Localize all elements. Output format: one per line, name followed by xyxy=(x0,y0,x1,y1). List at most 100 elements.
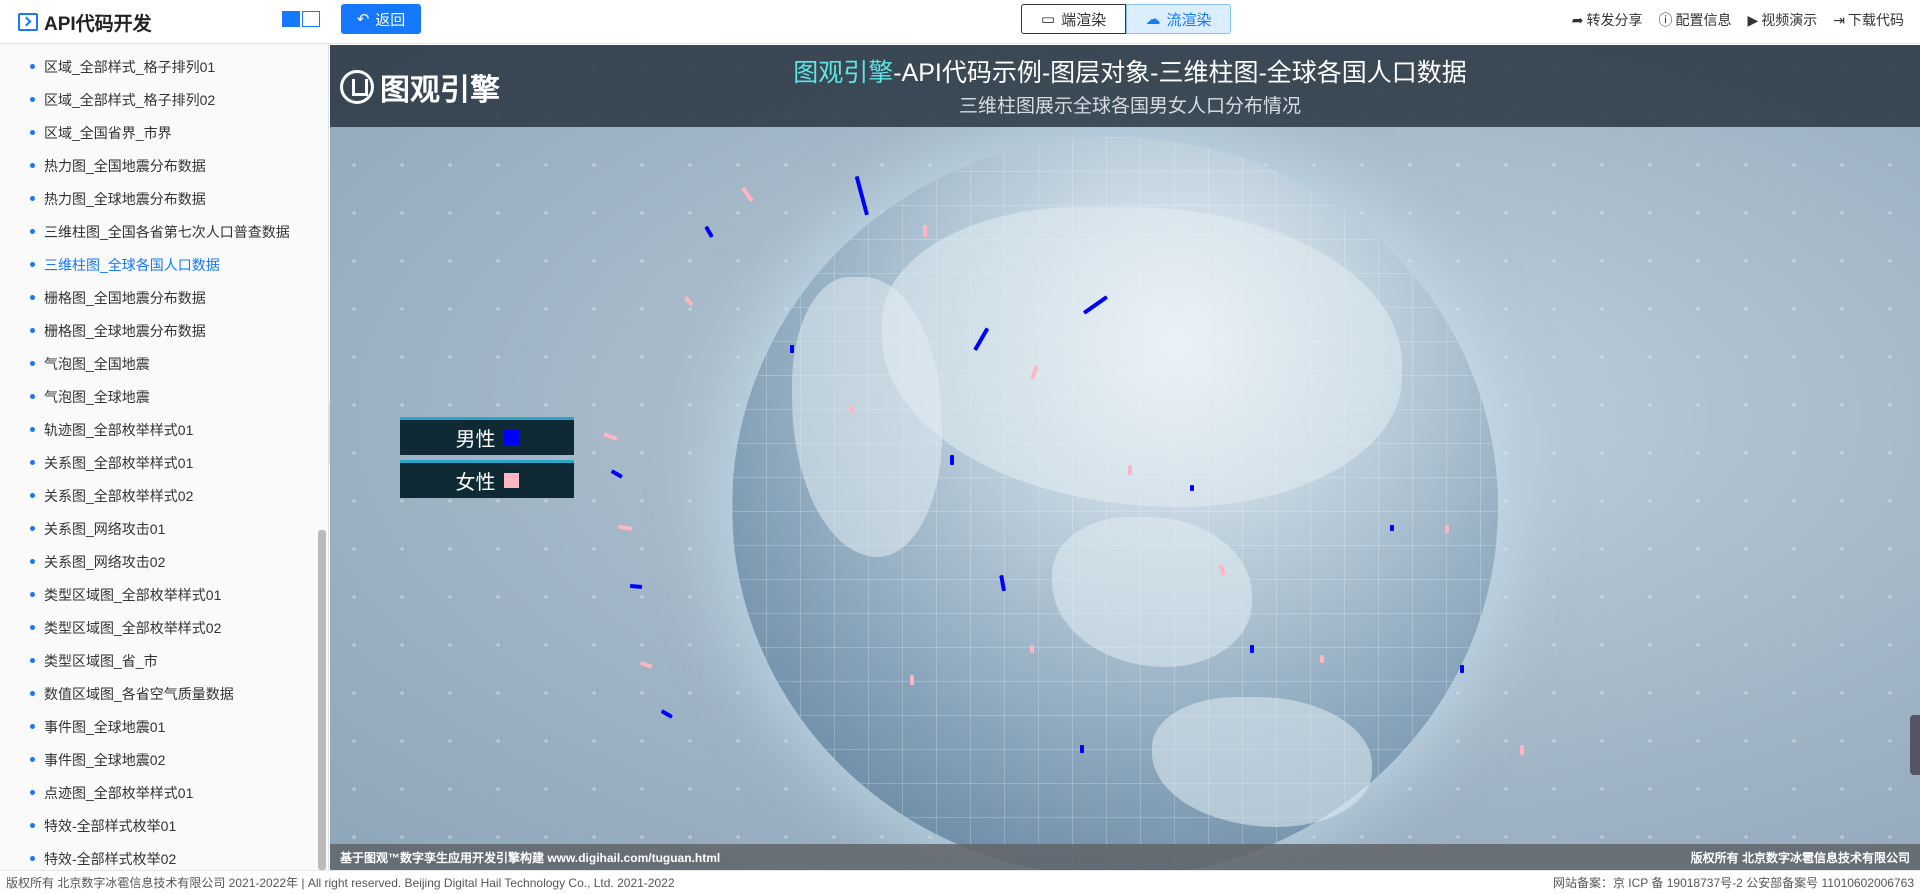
bullet-icon xyxy=(30,394,35,399)
code-terminal-icon xyxy=(18,13,38,31)
sidebar-item[interactable]: 气泡图_全国地震 xyxy=(0,347,328,380)
sidebar-item-label: 关系图_全部枚举样式02 xyxy=(44,487,194,504)
bullet-icon xyxy=(30,790,35,795)
population-bar xyxy=(1320,655,1324,663)
sidebar-item[interactable]: 类型区域图_全部枚举样式01 xyxy=(0,578,328,611)
sidebar-item[interactable]: 关系图_全部枚举样式02 xyxy=(0,479,328,512)
stream-render-button[interactable]: ☁ 流渲染 xyxy=(1126,4,1231,34)
sidebar-item[interactable]: 气泡图_全球地震 xyxy=(0,380,328,413)
bullet-icon xyxy=(30,691,35,696)
population-bar xyxy=(923,225,927,237)
sidebar-item[interactable]: 热力图_全国地震分布数据 xyxy=(0,149,328,182)
grid-view-icon[interactable] xyxy=(282,11,300,27)
bullet-icon xyxy=(30,592,35,597)
sidebar-item[interactable]: 关系图_网络攻击01 xyxy=(0,512,328,545)
population-bar xyxy=(910,675,914,685)
bullet-icon xyxy=(30,130,35,135)
bullet-icon xyxy=(30,823,35,828)
population-bar xyxy=(1445,525,1449,533)
client-render-button[interactable]: ▭ 端渲染 xyxy=(1021,4,1126,34)
cloud-icon: ☁ xyxy=(1145,11,1161,28)
share-button[interactable]: ➦ 转发分享 xyxy=(1572,10,1643,30)
side-panel-handle[interactable] xyxy=(1910,715,1920,775)
sidebar-item-label: 气泡图_全球地震 xyxy=(44,388,150,405)
legend-swatch-female xyxy=(503,473,519,488)
bullet-icon xyxy=(30,559,35,564)
app-title-text: API代码开发 xyxy=(44,13,152,35)
site-footer: 版权所有 北京数字冰雹信息技术有限公司 2021-2022年 | All rig… xyxy=(0,870,1920,894)
earth-globe[interactable] xyxy=(732,137,1498,870)
render-mode-switch: ▭ 端渲染 ☁ 流渲染 xyxy=(1021,4,1231,34)
sidebar-item-label: 关系图_网络攻击01 xyxy=(44,520,166,537)
sidebar-item[interactable]: 类型区域图_全部枚举样式02 xyxy=(0,611,328,644)
sidebar-item-label: 区域_全部样式_格子排列01 xyxy=(44,58,216,75)
sidebar-item-label: 气泡图_全国地震 xyxy=(44,355,150,372)
bullet-icon xyxy=(30,163,35,168)
sidebar-scrollbar[interactable] xyxy=(318,530,326,870)
sidebar-item-label: 类型区域图_省_市 xyxy=(44,652,158,669)
population-bar xyxy=(1520,745,1524,755)
population-bar xyxy=(1030,645,1034,653)
bullet-icon xyxy=(30,658,35,663)
sidebar-item[interactable]: 轨迹图_全部枚举样式01 xyxy=(0,413,328,446)
sidebar-item-label: 特效-全部样式枚举01 xyxy=(44,817,177,834)
sidebar-item-label: 类型区域图_全部枚举样式01 xyxy=(44,586,222,603)
sidebar-item[interactable]: 数值区域图_各省空气质量数据 xyxy=(0,677,328,710)
bullet-icon xyxy=(30,724,35,729)
population-bar xyxy=(790,345,794,353)
sidebar-item[interactable]: 特效-全部样式枚举01 xyxy=(0,809,328,842)
legend-swatch-male xyxy=(503,430,519,445)
sidebar-item[interactable]: 区域_全部样式_格子排列02 xyxy=(0,83,328,116)
sidebar-item[interactable]: 事件图_全球地震02 xyxy=(0,743,328,776)
stage-header: 图观引擎 图观引擎-API代码示例-图层对象-三维柱图-全球各国人口数据 三维柱… xyxy=(330,45,1920,127)
sidebar-item[interactable]: 点迹图_全部枚举样式01 xyxy=(0,776,328,809)
sidebar-item[interactable]: 关系图_网络攻击02 xyxy=(0,545,328,578)
play-icon: ▶ xyxy=(1747,11,1759,28)
sidebar-item[interactable]: 区域_全国省界_市界 xyxy=(0,116,328,149)
bullet-icon xyxy=(30,427,35,432)
sidebar-item-label: 栅格图_全球地震分布数据 xyxy=(44,322,206,339)
page-title: 图观引擎-API代码示例-图层对象-三维柱图-全球各国人口数据 xyxy=(793,59,1467,87)
bullet-icon xyxy=(30,262,35,267)
bullet-icon xyxy=(30,757,35,762)
sidebar-item[interactable]: 类型区域图_省_市 xyxy=(0,644,328,677)
view-toggle-group xyxy=(282,11,320,27)
population-bar xyxy=(850,405,854,413)
population-bar xyxy=(1250,645,1254,653)
sidebar-item[interactable]: 热力图_全球地震分布数据 xyxy=(0,182,328,215)
sidebar: 区域_全部样式_格子排列01 区域_全部样式_格子排列02 区域_全国省界_市界 热力… xyxy=(0,44,329,870)
page-subtitle: 三维柱图展示全球各国男女人口分布情况 xyxy=(958,96,1301,117)
population-bar xyxy=(1190,485,1194,491)
sidebar-item[interactable]: 事件图_全球地震01 xyxy=(0,710,328,743)
sidebar-item-label: 栅格图_全国地震分布数据 xyxy=(44,289,206,306)
sidebar-item-label: 三维柱图_全国各省第七次人口普查数据 xyxy=(44,223,290,240)
config-info-button[interactable]: ⓘ 配置信息 xyxy=(1658,10,1731,30)
scene-viewport[interactable]: 图观引擎 图观引擎-API代码示例-图层对象-三维柱图-全球各国人口数据 三维柱… xyxy=(330,45,1920,870)
sidebar-item[interactable]: 特效-全部样式枚举02 xyxy=(0,842,328,870)
bullet-icon xyxy=(30,856,35,861)
sidebar-item[interactable]: 栅格图_全国地震分布数据 xyxy=(0,281,328,314)
download-code-button[interactable]: ⇥ 下载代码 xyxy=(1833,10,1904,30)
bullet-icon xyxy=(30,229,35,234)
back-arrow-icon: ↶ xyxy=(356,11,370,28)
bullet-icon xyxy=(30,295,35,300)
sidebar-item[interactable]: 栅格图_全球地震分布数据 xyxy=(0,314,328,347)
sidebar-item-label: 点迹图_全部枚举样式01 xyxy=(44,784,194,801)
sidebar-item[interactable]: 关系图_全部枚举样式01 xyxy=(0,446,328,479)
sidebar-item[interactable]: 区域_全部样式_格子排列01 xyxy=(0,50,328,83)
population-bar xyxy=(1128,465,1132,475)
list-view-icon[interactable] xyxy=(302,11,320,27)
sidebar-item-label: 数值区域图_各省空气质量数据 xyxy=(44,685,234,702)
bullet-icon xyxy=(30,328,35,333)
sidebar-item[interactable]: 三维柱图_全球各国人口数据 xyxy=(0,248,328,281)
legend-female: 女性 xyxy=(400,460,574,498)
app-title: API代码开发 xyxy=(18,8,152,36)
bullet-icon xyxy=(30,526,35,531)
sidebar-item[interactable]: 三维柱图_全国各省第七次人口普查数据 xyxy=(0,215,328,248)
info-icon: ⓘ xyxy=(1658,12,1673,28)
video-demo-button[interactable]: ▶ 视频演示 xyxy=(1747,10,1817,30)
sidebar-item-label: 热力图_全国地震分布数据 xyxy=(44,157,206,174)
back-button[interactable]: ↶ 返回 xyxy=(341,4,421,34)
bullet-icon xyxy=(30,460,35,465)
bullet-icon xyxy=(30,64,35,69)
